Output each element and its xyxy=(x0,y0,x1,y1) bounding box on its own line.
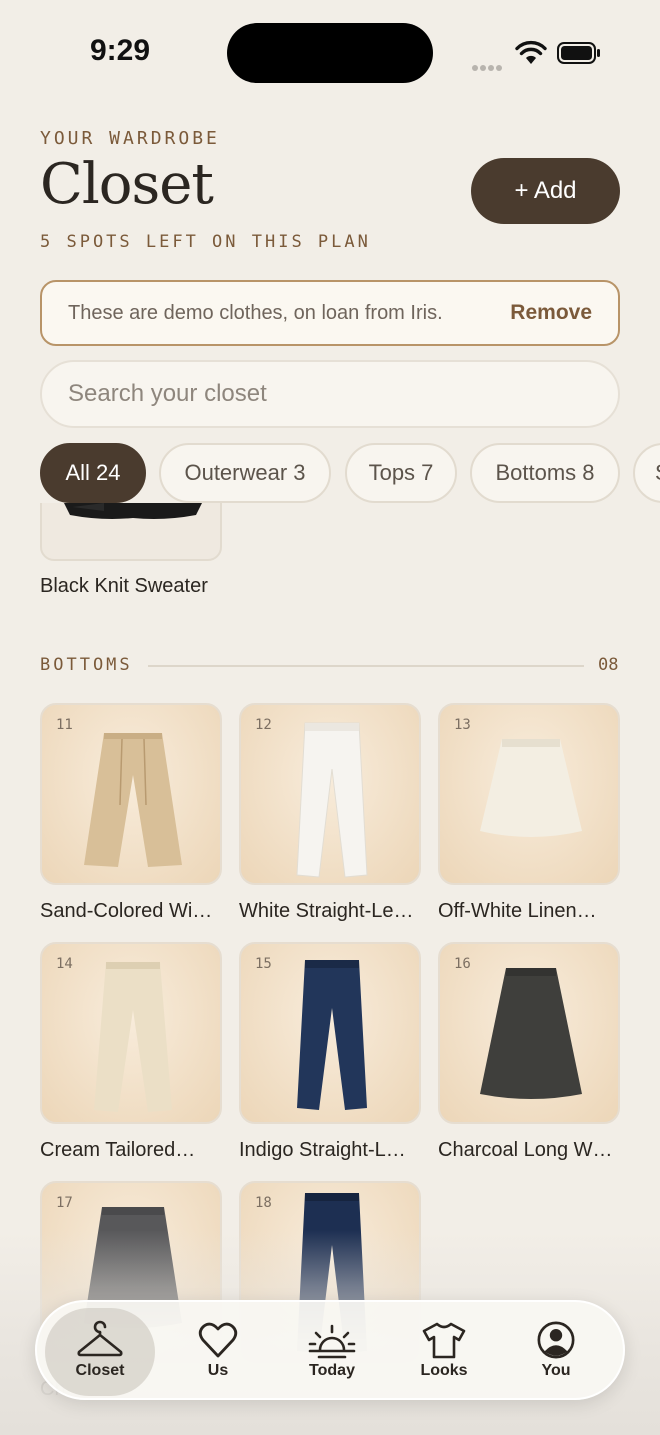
wardrobe-eyebrow: YOUR WARDROBE xyxy=(40,128,220,149)
filter-chip-tops[interactable]: Tops 7 xyxy=(345,443,457,503)
item-label: Off-White Linen… xyxy=(438,900,597,922)
item-label: Sand-Colored Wi… xyxy=(40,900,213,922)
dynamic-island xyxy=(227,23,433,83)
item-number: 11 xyxy=(56,717,73,733)
tab-closet[interactable]: Closet xyxy=(45,1308,155,1396)
black-knit-sweater-label: Black Knit Sweater xyxy=(40,575,208,597)
filter-chip-bottoms[interactable]: Bottoms 8 xyxy=(470,443,620,503)
black-knit-sweater-card[interactable] xyxy=(40,503,222,561)
sunrise-icon xyxy=(308,1324,356,1359)
item-card-16[interactable]: 16 xyxy=(438,942,620,1124)
black-sweater-icon xyxy=(64,503,202,519)
remove-demo-button[interactable]: Remove xyxy=(510,301,592,325)
item-label: Charcoal Long W… xyxy=(438,1139,613,1161)
tab-label: Today xyxy=(309,1362,355,1379)
tshirt-icon xyxy=(422,1322,466,1359)
item-label: Indigo Straight-L… xyxy=(239,1139,406,1161)
tab-label: Closet xyxy=(75,1362,125,1379)
filter-chip-all[interactable]: All 24 xyxy=(40,443,146,503)
tab-today[interactable]: Today xyxy=(277,1308,387,1396)
item-number: 18 xyxy=(255,1195,272,1211)
demo-clothes-banner: These are demo clothes, on loan from Iri… xyxy=(40,280,620,346)
item-card-13[interactable]: 13 xyxy=(438,703,620,885)
tab-looks[interactable]: Looks xyxy=(389,1308,499,1396)
page-title: Closet xyxy=(40,152,214,217)
hanger-icon xyxy=(77,1320,123,1357)
category-filter-chips: All 24 Outerwear 3 Tops 7 Bottoms 8 S xyxy=(40,443,660,503)
item-card-11[interactable]: 11 xyxy=(40,703,222,885)
plan-spots-left: 5 SPOTS LEFT ON THIS PLAN xyxy=(40,232,371,252)
item-card-14[interactable]: 14 xyxy=(40,942,222,1124)
item-number: 16 xyxy=(454,956,471,972)
search-input[interactable]: Search your closet xyxy=(40,360,620,428)
bottoms-section-title: BOTTOMS xyxy=(40,655,133,675)
item-number: 15 xyxy=(255,956,272,972)
tab-you[interactable]: You xyxy=(501,1308,611,1396)
tab-label: Looks xyxy=(420,1362,468,1379)
tab-us[interactable]: Us xyxy=(163,1308,273,1396)
tab-label: Us xyxy=(207,1362,229,1379)
demo-banner-text: These are demo clothes, on loan from Iri… xyxy=(68,301,443,324)
cellular-signal-icon xyxy=(472,56,508,71)
item-card-15[interactable]: 15 xyxy=(239,942,421,1124)
section-divider xyxy=(148,665,584,667)
bottoms-section-count: 08 xyxy=(598,655,619,675)
item-label: White Straight-Le… xyxy=(239,900,414,922)
profile-icon xyxy=(537,1321,575,1359)
item-number: 12 xyxy=(255,717,272,733)
wifi-icon xyxy=(515,40,547,64)
item-label: Cream Tailored… xyxy=(40,1139,196,1161)
tab-label: You xyxy=(541,1362,571,1379)
heart-icon xyxy=(198,1322,238,1358)
battery-icon xyxy=(557,42,600,64)
status-bar: 9:29 xyxy=(0,0,660,100)
add-item-button[interactable]: + Add xyxy=(471,158,620,224)
filter-chip-more[interactable]: S xyxy=(633,443,660,503)
item-number: 17 xyxy=(56,1195,73,1211)
status-time: 9:29 xyxy=(90,34,151,67)
filter-chip-outerwear[interactable]: Outerwear 3 xyxy=(159,443,331,503)
item-number: 13 xyxy=(454,717,471,733)
tab-bar: Closet Us Today Looks You xyxy=(35,1300,625,1400)
item-card-12[interactable]: 12 xyxy=(239,703,421,885)
item-number: 14 xyxy=(56,956,73,972)
search-placeholder: Search your closet xyxy=(68,380,267,407)
